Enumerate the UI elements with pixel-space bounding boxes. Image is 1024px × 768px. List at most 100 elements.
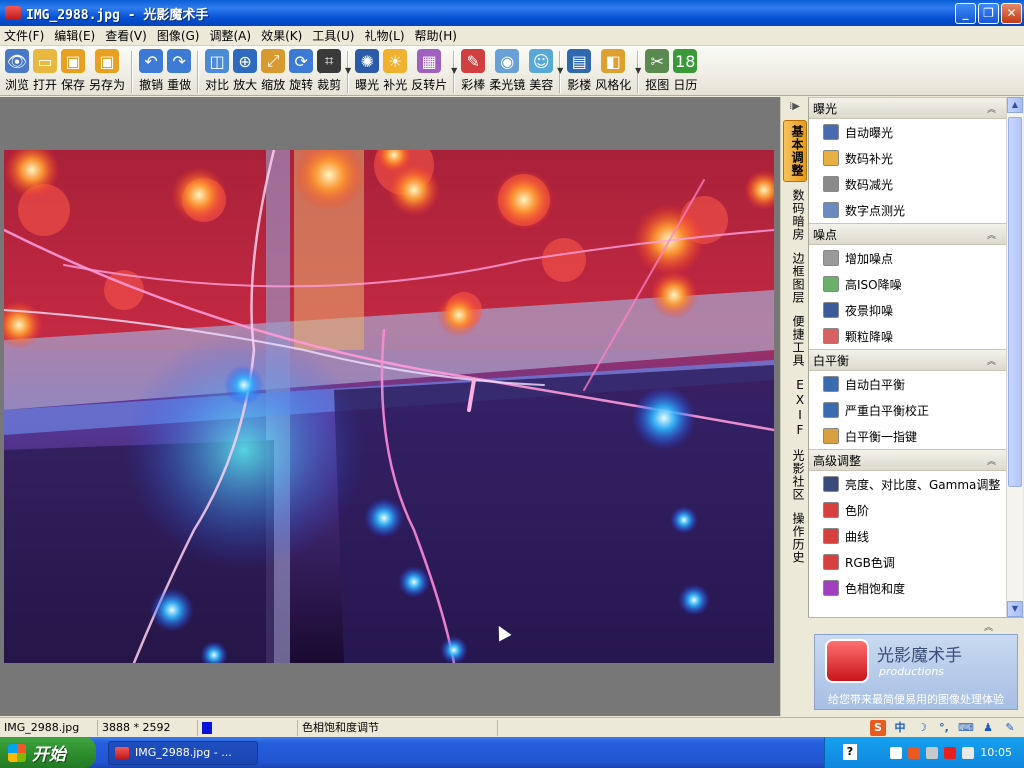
punctuation-icon[interactable]: °, (936, 720, 952, 736)
close-button[interactable]: ✕ (1001, 3, 1022, 24)
menu-item[interactable]: 文件(F) (4, 27, 44, 44)
side-tab[interactable]: 便捷工具 (783, 311, 807, 371)
panel-item[interactable]: 自动白平衡 (809, 371, 1006, 397)
toolbar-label: 曝光 (355, 78, 380, 92)
status-hint: 色相饱和度调节 (298, 719, 498, 736)
panel-toggle-icon[interactable]: ⁞▶ (781, 97, 808, 117)
toolbar-zoom-in-button[interactable]: ⊕ 放大 (231, 49, 259, 95)
panel-item[interactable]: 白平衡一指键 (809, 423, 1006, 449)
toolbar-redo-button[interactable]: ↷ 重做 (165, 49, 193, 95)
minimize-button[interactable]: _ (955, 3, 976, 24)
toolbar-crop-button[interactable]: ⌗ 裁剪 ▼ (315, 49, 351, 95)
maximize-button[interactable]: ❐ (978, 3, 999, 24)
dropdown-arrow-icon[interactable]: ▼ (635, 66, 641, 75)
scroll-up-icon[interactable]: ▲ (1007, 97, 1023, 113)
menu-item[interactable]: 查看(V) (105, 27, 147, 44)
wrench-icon[interactable]: ✎ (1002, 720, 1018, 736)
toolbar-save-button[interactable]: ▣ 保存 (59, 49, 87, 95)
panel-item[interactable]: 颗粒降噪 (809, 323, 1006, 349)
toolbar-resize-button[interactable]: ⤢ 缩放 (259, 49, 287, 95)
toolbar-cutout-button[interactable]: ✂ 抠图 (643, 49, 671, 95)
toolbar-soft-light-button[interactable]: ◉ 柔光镜 (487, 49, 527, 95)
toolbar-label: 旋转 (289, 78, 314, 92)
toolbar-rotate-button[interactable]: ⟳旋转▼ (287, 49, 323, 95)
panel-scrollbar[interactable]: ▲ ▼ (1006, 97, 1023, 617)
menu-item[interactable]: 效果(K) (261, 27, 302, 44)
toolbar-browse-button[interactable]: 👁 浏览 (3, 49, 31, 95)
collapse-icon[interactable]: ︽ (987, 102, 996, 115)
tray-arrow-icon[interactable] (890, 746, 903, 759)
side-tab[interactable]: 边框图层 (783, 248, 807, 308)
dropdown-arrow-icon[interactable]: ▼ (451, 66, 457, 75)
toolbar-save-as-button[interactable]: ▣ 另存为 (87, 49, 127, 95)
panel-item[interactable]: 色阶 (809, 497, 1006, 523)
side-tab[interactable]: 基本调整 (783, 120, 807, 182)
tray-ime-icon[interactable] (908, 746, 921, 759)
tray-network-icon[interactable] (926, 746, 939, 759)
keyboard-icon[interactable]: ⌨ (958, 720, 974, 736)
collapse-icon[interactable]: ︽ (987, 228, 996, 241)
image-workspace[interactable] (0, 97, 780, 716)
tray-security-icon[interactable] (944, 746, 957, 759)
user-icon[interactable]: ♟ (980, 720, 996, 736)
side-tab[interactable]: 数码暗房 (783, 185, 807, 245)
toolbar-stylize-button[interactable]: ◧ 风格化 ▼ (593, 49, 641, 95)
panel-item[interactable]: 曲线 (809, 523, 1006, 549)
collapse-icon[interactable]: ︽ (987, 354, 996, 367)
start-button[interactable]: 开始 (0, 737, 96, 768)
white-balance-one-touch-icon (823, 428, 839, 444)
toolbar-calendar-button[interactable]: 18 日历 (671, 49, 699, 95)
save-as-icon: ▣ (95, 49, 120, 73)
scroll-thumb[interactable] (1008, 117, 1022, 487)
menu-item[interactable]: 工具(U) (312, 27, 354, 44)
half-width-icon[interactable]: ☽ (914, 720, 930, 736)
side-tab[interactable]: EXIF (783, 374, 807, 442)
panel-item[interactable]: 数字点测光 (809, 197, 1006, 223)
promo-banner[interactable]: 光影魔术手 productions 给您带来最简便易用的图像处理体验 (814, 634, 1018, 710)
brightness-contrast-icon (823, 476, 839, 492)
side-tab[interactable]: 操作历史 (783, 508, 807, 568)
panel-item-label: 增加噪点 (845, 251, 894, 266)
menu-item[interactable]: 图像(G) (157, 27, 200, 44)
toolbar-studio-button[interactable]: ▤ 影楼 (565, 49, 593, 95)
panel-section-header[interactable]: 曝光 ︽ (809, 97, 1006, 119)
panel-section-header[interactable]: 白平衡 ︽ (809, 349, 1006, 371)
toolbar-exposure-button[interactable]: ✺ 曝光 (353, 49, 381, 95)
toolbar-compare-button[interactable]: ◫ 对比 (203, 49, 231, 95)
taskbar-window-button[interactable]: IMG_2988.jpg - ... (108, 740, 258, 765)
dropdown-arrow-icon[interactable]: ▼ (557, 66, 563, 75)
toolbar-fill-light-button[interactable]: ☀ 补光 (381, 49, 409, 95)
panel-item[interactable]: 增加噪点 (809, 245, 1006, 271)
sogou-ime-icon[interactable]: S (870, 719, 886, 736)
dropdown-arrow-icon[interactable]: ▼ (345, 66, 351, 75)
photo-canvas[interactable] (4, 150, 774, 663)
side-tab[interactable]: 光影社区 (783, 445, 807, 505)
chinese-mode-icon[interactable]: 中 (892, 720, 908, 736)
collapse-icon[interactable]: ︽ (987, 454, 996, 467)
clock[interactable]: 10:05 (980, 746, 1012, 759)
menu-item[interactable]: 调整(A) (209, 27, 251, 44)
panel-item[interactable]: 亮度、对比度、Gamma调整 (809, 471, 1006, 497)
panel-item[interactable]: 严重白平衡校正 (809, 397, 1006, 423)
panel-item[interactable]: 高ISO降噪 (809, 271, 1006, 297)
menu-item[interactable]: 编辑(E) (54, 27, 95, 44)
toolbar-undo-button[interactable]: ↶ 撤销 (137, 49, 165, 95)
panel-item[interactable]: 夜景抑噪 (809, 297, 1006, 323)
toolbar-folder-open-button[interactable]: ▭ 打开 (31, 49, 59, 95)
panel-item[interactable]: 自动曝光 (809, 119, 1006, 145)
panel-item[interactable]: RGB色调 (809, 549, 1006, 575)
panel-item[interactable]: 色相饱和度 (809, 575, 1006, 601)
panel-section-header[interactable]: 噪点 ︽ (809, 223, 1006, 245)
panel-item[interactable]: 数码补光 (809, 145, 1006, 171)
panel-section-header[interactable]: 高级调整 ︽ (809, 449, 1006, 471)
toolbar-reversal-film-button[interactable]: ▦ 反转片 ▼ (409, 49, 457, 95)
panel-item[interactable]: 数码减光 (809, 171, 1006, 197)
menu-item[interactable]: 帮助(H) (415, 27, 457, 44)
toolbar-color-stick-button[interactable]: ✎ 彩棒 (459, 49, 487, 95)
help-icon[interactable]: ? (843, 744, 857, 760)
promo-collapse-icon[interactable]: ︽ (984, 620, 993, 633)
menu-item[interactable]: 礼物(L) (364, 27, 404, 44)
scroll-down-icon[interactable]: ▼ (1007, 601, 1023, 617)
tray-volume-icon[interactable] (962, 746, 975, 759)
toolbar-beauty-button[interactable]: ☺ 美容 ▼ (527, 49, 563, 95)
